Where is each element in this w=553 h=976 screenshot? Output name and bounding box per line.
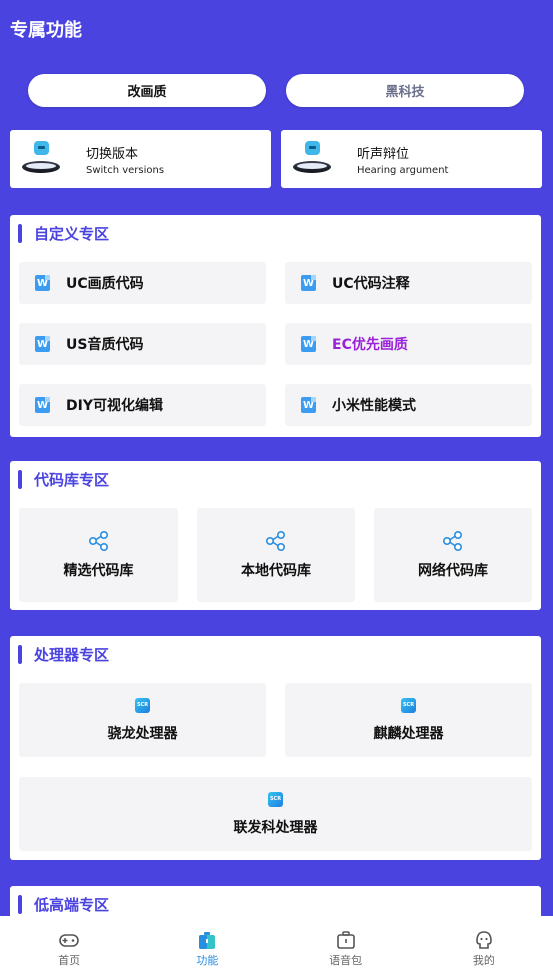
xiaomi-performance-tile[interactable]: W 小米性能模式 — [285, 384, 532, 426]
document-icon: W — [301, 397, 316, 413]
hearing-argument-card[interactable]: 听声辩位 Hearing argument — [281, 130, 542, 188]
diy-visual-edit-tile[interactable]: W DIY可视化编辑 — [19, 384, 266, 426]
nav-label: 首页 — [58, 954, 81, 967]
processor-section: 处理器专区 SCR 骁龙处理器 SCR 麒麟处理器 SCR 联发科处理器 — [10, 636, 541, 860]
document-icon: W — [301, 275, 316, 291]
switch-version-card[interactable]: 切换版本 Switch versions — [10, 130, 271, 188]
feature-subtitle: Switch versions — [86, 164, 165, 176]
tab-black-tech[interactable]: 黑科技 — [286, 74, 524, 107]
uc-code-comment-tile[interactable]: W UC代码注释 — [285, 262, 532, 304]
custom-section: 自定义专区 W UC画质代码 W UC代码注释 W US音质代码 W EC优先画… — [10, 215, 541, 437]
feature-title: 听声辩位 — [357, 146, 410, 162]
tile-label: 小米性能模式 — [332, 398, 416, 414]
section-title: 低高端专区 — [34, 895, 110, 914]
face-icon — [476, 931, 492, 949]
tile-label: 网络代码库 — [418, 563, 488, 579]
page-title: 专属功能 — [10, 20, 82, 41]
chip-icon: SCR — [401, 697, 416, 713]
document-icon: W — [35, 336, 50, 352]
tab-change-quality[interactable]: 改画质 — [28, 74, 266, 107]
section-title: 自定义专区 — [34, 224, 110, 243]
section-header: 处理器专区 — [18, 644, 109, 664]
tile-label: UC代码注释 — [332, 276, 410, 292]
nav-label: 功能 — [196, 954, 219, 967]
us-sound-code-tile[interactable]: W US音质代码 — [19, 323, 266, 365]
snapdragon-tile[interactable]: SCR 骁龙处理器 — [19, 683, 266, 757]
featured-code-library-tile[interactable]: 精选代码库 — [19, 508, 178, 602]
share-icon — [265, 530, 286, 552]
tile-label: 精选代码库 — [63, 563, 134, 579]
code-library-section: 代码库专区 精选代码库 本地代码库 网络代码库 — [10, 461, 541, 610]
nav-mine[interactable]: 我的 — [415, 916, 553, 976]
bag-icon — [336, 931, 355, 949]
chip-icon: SCR — [268, 791, 283, 807]
section-header: 自定义专区 — [18, 223, 109, 243]
robot-pedestal-icon — [22, 139, 62, 179]
tile-label: 麒麟处理器 — [373, 725, 444, 742]
bottom-nav: 首页 功能 语音包 我的 — [0, 916, 553, 976]
tile-label: 骁龙处理器 — [107, 725, 178, 742]
nav-label: 语音包 — [329, 954, 363, 967]
briefcase-icon — [199, 932, 216, 949]
tile-label: 本地代码库 — [241, 563, 311, 579]
feature-title: 切换版本 — [86, 146, 139, 162]
feature-subtitle: Hearing argument — [357, 164, 449, 176]
tile-label: 联发科处理器 — [233, 819, 318, 836]
share-icon — [442, 530, 463, 552]
uc-quality-code-tile[interactable]: W UC画质代码 — [19, 262, 266, 304]
ec-priority-quality-tile[interactable]: W EC优先画质 — [285, 323, 532, 365]
document-icon: W — [35, 275, 50, 291]
mediatek-tile[interactable]: SCR 联发科处理器 — [19, 777, 532, 851]
chip-icon: SCR — [135, 697, 150, 713]
tile-label: DIY可视化编辑 — [66, 398, 163, 414]
section-title: 代码库专区 — [34, 470, 110, 489]
document-icon: W — [301, 336, 316, 352]
robot-pedestal-icon — [293, 139, 333, 179]
section-header: 代码库专区 — [18, 469, 109, 489]
nav-label: 我的 — [472, 954, 495, 967]
tile-label: US音质代码 — [66, 337, 144, 353]
nav-functions[interactable]: 功能 — [138, 916, 276, 976]
share-icon — [88, 530, 108, 552]
kirin-tile[interactable]: SCR 麒麟处理器 — [285, 683, 532, 757]
tile-label: UC画质代码 — [66, 276, 144, 292]
tile-label: EC优先画质 — [332, 337, 408, 353]
nav-voice-pack[interactable]: 语音包 — [277, 916, 415, 976]
local-code-library-tile[interactable]: 本地代码库 — [197, 508, 355, 602]
section-title: 处理器专区 — [34, 645, 110, 664]
network-code-library-tile[interactable]: 网络代码库 — [374, 508, 532, 602]
section-header: 低高端专区 — [18, 894, 109, 914]
nav-home[interactable]: 首页 — [0, 916, 138, 976]
document-icon: W — [35, 397, 50, 413]
gamepad-icon — [59, 934, 79, 947]
